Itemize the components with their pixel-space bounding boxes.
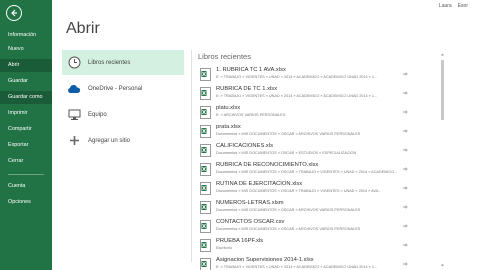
excel-file-icon [200, 239, 211, 252]
file-name: CONTACTOS OSCAR.csv [216, 219, 285, 225]
pin-icon[interactable] [402, 185, 408, 191]
file-path: Documentos » MIS DOCUMENTOS » OSCAR » AR… [216, 132, 361, 136]
computer-icon [67, 108, 81, 122]
place-label: Equipo [88, 111, 107, 118]
file-name: RUBRICA DE TC 1.xlsx [216, 86, 278, 92]
pane-divider [191, 50, 192, 262]
file-path: E: » TRABAJO » VIGENTES » UNAD » 2014 » … [216, 94, 378, 98]
sidebar-item-compartir[interactable]: Compartir [0, 123, 52, 136]
excel-file-icon [200, 87, 211, 100]
excel-file-icon [200, 106, 211, 119]
scrollbar[interactable] [440, 52, 445, 268]
scroll-down-icon[interactable] [440, 263, 445, 268]
excel-file-icon [200, 220, 211, 233]
recent-header: Libros recientes [198, 52, 251, 61]
pin-icon[interactable] [402, 71, 408, 77]
recent-file[interactable]: Asignacion Supervisiones 2014-1.xlsx E: … [198, 254, 410, 270]
file-name: CALIFICACIONES.xls [216, 143, 274, 149]
sidebar-item-abrir[interactable]: Abrir [0, 59, 52, 72]
pin-icon[interactable] [402, 242, 408, 248]
file-name: RUTINA DE EJERCITACION.xlsx [216, 181, 303, 187]
sidebar-item-guardar-como[interactable]: Guardar como [0, 91, 52, 104]
sidebar-item-informacion[interactable]: Información [0, 29, 52, 42]
place-label: Agregar un sitio [88, 137, 131, 144]
file-name: RUBRICA DE RECONOCIMIENTO.xlsx [216, 162, 319, 168]
place-label: Libros recientes [88, 59, 131, 66]
file-name: 1. RUBRICA TC 1 AVA.xlsx [216, 67, 286, 73]
excel-file-icon [200, 182, 211, 195]
pin-icon[interactable] [402, 166, 408, 172]
clock-icon [67, 56, 81, 70]
excel-file-icon [200, 201, 211, 214]
file-name: PRUEBA 16PF.xls [216, 238, 264, 244]
file-path: E: » TRABAJO » VIGENTES » UNAD » 2014 » … [216, 75, 378, 79]
backstage-sidebar: Información Nuevo Abrir Guardar Guardar … [0, 0, 52, 270]
file-name: Asignacion Supervisiones 2014-1.xlsx [216, 257, 314, 263]
pin-icon[interactable] [402, 90, 408, 96]
recent-files-list: 1. RUBRICA TC 1 AVA.xlsx E: » TRABAJO » … [198, 64, 410, 270]
pin-icon[interactable] [402, 147, 408, 153]
file-name: NUMEROS-LETRAS.xlsm [216, 200, 284, 206]
file-path: Documentos » MIS DOCUMENTOS » OSCAR » ES… [216, 151, 357, 155]
user-menu[interactable]: Esor [458, 3, 468, 9]
place-agregar-sitio[interactable]: Agregar un sitio [62, 128, 184, 153]
excel-file-icon [200, 125, 211, 138]
pin-icon[interactable] [402, 204, 408, 210]
plus-icon [67, 134, 81, 148]
place-equipo[interactable]: Equipo [62, 102, 184, 127]
file-path: Documentos » MIS DOCUMENTOS » OSCAR » AR… [216, 227, 361, 231]
pin-icon[interactable] [402, 128, 408, 134]
sidebar-item-opciones[interactable]: Opciones [0, 196, 52, 209]
file-path: Documentos » MIS DOCUMENTOS » OSCAR » AR… [216, 208, 361, 212]
file-name: prata.xlsx [216, 124, 241, 130]
user-area: Laura Esor [439, 3, 468, 9]
sidebar-item-guardar[interactable]: Guardar [0, 75, 52, 88]
page-title: Abrir [66, 20, 100, 37]
file-path: Escritorio [216, 246, 232, 250]
place-onedrive[interactable]: OneDrive - Personal [62, 76, 184, 101]
back-arrow-icon[interactable] [6, 5, 22, 21]
pin-icon[interactable] [402, 261, 408, 267]
pin-icon[interactable] [402, 223, 408, 229]
sidebar-item-imprimir[interactable]: Imprimir [0, 107, 52, 120]
cloud-icon [67, 82, 81, 96]
pin-icon[interactable] [402, 109, 408, 115]
sidebar-item-cuenta[interactable]: Cuenta [0, 180, 52, 193]
excel-file-icon [200, 68, 211, 81]
file-path: E: » ARCHIVOS VARIOS PERSONALES [216, 113, 286, 117]
sidebar-divider [8, 174, 44, 175]
excel-file-icon [200, 144, 211, 157]
sidebar-item-exportar[interactable]: Exportar [0, 139, 52, 152]
place-label: OneDrive - Personal [88, 85, 143, 92]
file-name: platu.xlsx [216, 105, 241, 111]
file-path: Documentos » MIS DOCUMENTOS » OSCAR » TR… [216, 189, 382, 193]
sidebar-item-cerrar[interactable]: Cerrar [0, 155, 52, 168]
file-path: E: » TRABAJO » VIGENTES » UNAD » 2014 » … [216, 265, 378, 269]
scroll-up-icon[interactable] [440, 52, 445, 57]
file-path: Documentos » MIS DOCUMENTOS » OSCAR » TR… [216, 170, 398, 174]
place-libros-recientes[interactable]: Libros recientes [62, 50, 184, 75]
user-name[interactable]: Laura [439, 3, 452, 9]
excel-file-icon [200, 163, 211, 176]
excel-file-icon [200, 258, 211, 270]
sidebar-item-nuevo[interactable]: Nuevo [0, 43, 52, 56]
scroll-thumb[interactable] [441, 60, 444, 120]
